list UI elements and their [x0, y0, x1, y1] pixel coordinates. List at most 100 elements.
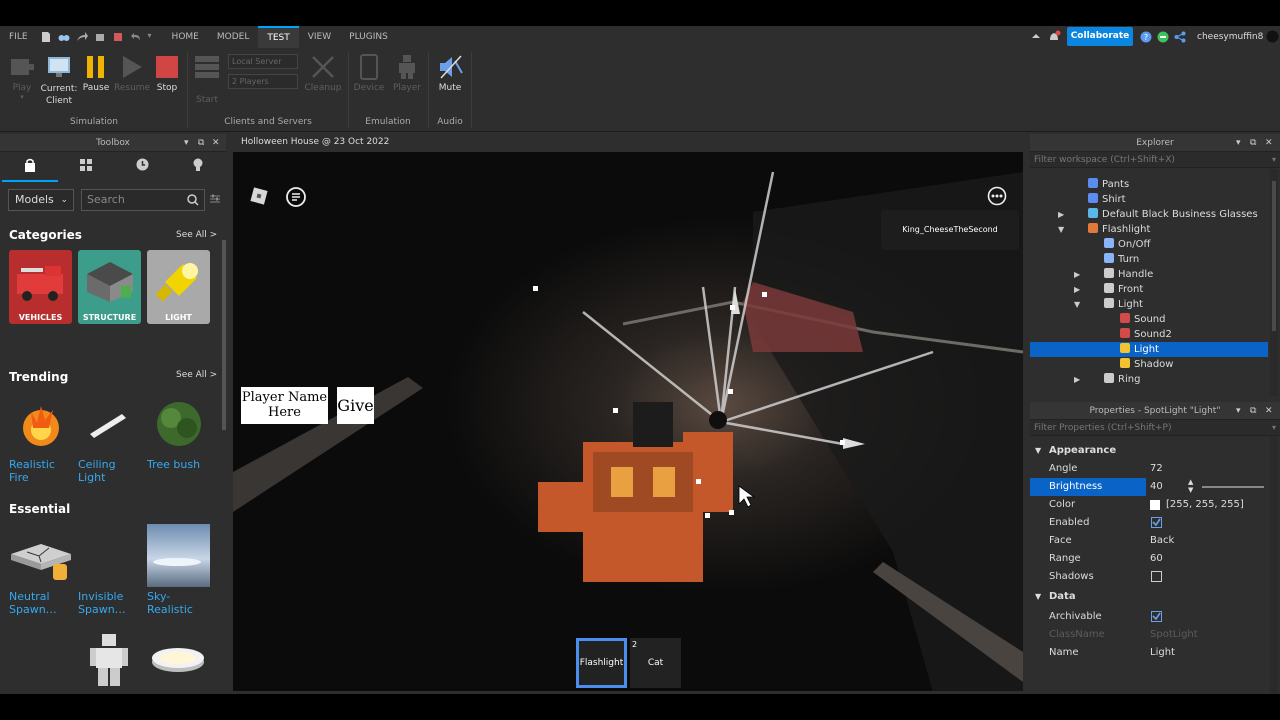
close-icon[interactable]: ✕	[1265, 402, 1273, 420]
chat-icon[interactable]	[285, 186, 307, 208]
explorer-filter-input[interactable]: Filter workspace (Ctrl+Shift+X) ▾	[1030, 152, 1280, 168]
current-client-button[interactable]: Current: Client	[40, 53, 78, 107]
undock-icon[interactable]: ⧉	[1250, 402, 1256, 420]
prop-range[interactable]: Range 60	[1030, 550, 1268, 568]
player-name-textbox[interactable]: Player Name Here	[241, 387, 328, 424]
expand-arrow-icon[interactable]: ▼	[1074, 297, 1080, 312]
properties-filter-input[interactable]: Filter Properties (Ctrl+Shift+P) ▾	[1030, 420, 1280, 436]
category-data[interactable]: ▼ Data	[1030, 588, 1268, 606]
tree-row[interactable]: Turn	[1030, 252, 1268, 267]
hotbar-slot-cat[interactable]: 2 Cat	[630, 638, 681, 688]
search-icon[interactable]	[187, 194, 199, 209]
server-type-dropdown[interactable]: Local Server	[228, 54, 298, 69]
tree-row[interactable]: ▶ Ring	[1030, 372, 1268, 387]
tree-bush-thumbnail[interactable]	[147, 392, 210, 455]
brightness-slider[interactable]	[1202, 486, 1264, 488]
cleanup-button[interactable]: Cleanup	[303, 53, 343, 93]
menu-file[interactable]: FILE	[0, 26, 37, 48]
enabled-checkbox[interactable]	[1151, 517, 1162, 528]
tree-row[interactable]: Light	[1030, 342, 1268, 357]
archivable-checkbox[interactable]	[1151, 611, 1162, 622]
tree-row[interactable]: ▶ Default Black Business Glasses	[1030, 207, 1268, 222]
prop-archivable[interactable]: Archivable	[1030, 608, 1268, 626]
collapse-arrow-icon[interactable]: ▼	[1035, 588, 1041, 606]
collapse-arrow-icon[interactable]: ▼	[1035, 442, 1041, 460]
properties-scrollbar[interactable]	[1270, 437, 1278, 694]
essential-item-sky-realistic[interactable]: Sky-Realistic	[147, 590, 210, 616]
trending-item-realistic-fire[interactable]: Realistic Fire	[9, 458, 72, 484]
collapse-arrow-icon[interactable]: ▶	[1058, 207, 1064, 222]
notification-bell-icon[interactable]	[1047, 30, 1061, 47]
close-icon[interactable]: ✕	[212, 134, 220, 152]
customize-dropdown-icon[interactable]: ▾	[148, 31, 160, 43]
share-icon[interactable]	[76, 31, 88, 43]
publish-icon[interactable]	[94, 31, 106, 43]
tree-row[interactable]: ▶ Handle	[1030, 267, 1268, 282]
filter-dropdown-icon[interactable]: ▾	[1272, 152, 1276, 168]
collapse-arrow-icon[interactable]: ▶	[1074, 372, 1080, 387]
more-options-icon[interactable]	[987, 186, 1007, 206]
tree-row[interactable]: On/Off	[1030, 237, 1268, 252]
tab-inventory[interactable]	[58, 152, 114, 182]
prop-value[interactable]: Light	[1150, 644, 1175, 662]
help-icon[interactable]: ?	[1140, 31, 1152, 46]
expand-arrow-icon[interactable]: ▼	[1058, 222, 1064, 237]
undo-icon[interactable]	[130, 31, 142, 43]
resume-button[interactable]: Resume	[114, 53, 150, 93]
game-viewport[interactable]: King_CheeseTheSecond Player Name Here Gi…	[233, 152, 1023, 691]
spinner-arrows-icon[interactable]: ▲ ▼	[1188, 478, 1193, 494]
trending-see-all-link[interactable]: See All >	[176, 370, 217, 380]
category-structure[interactable]: STRUCTURE	[78, 250, 141, 324]
collapse-ribbon-icon[interactable]	[1030, 30, 1042, 45]
color-swatch[interactable]	[1150, 500, 1160, 510]
invisible-spawn-thumbnail[interactable]	[78, 524, 141, 587]
pause-button[interactable]: Pause	[80, 53, 112, 93]
trending-item-ceiling-light[interactable]: Ceiling Light	[78, 458, 141, 484]
menu-view[interactable]: VIEW	[299, 26, 340, 48]
tree-row[interactable]: ▼ Light	[1030, 297, 1268, 312]
tree-row[interactable]: Shadow	[1030, 357, 1268, 372]
prop-value[interactable]: 40	[1150, 478, 1163, 496]
tab-marketplace[interactable]	[2, 152, 58, 182]
mute-button[interactable]: Mute	[433, 53, 467, 93]
share-network-icon[interactable]	[1174, 31, 1186, 46]
prop-enabled[interactable]: Enabled	[1030, 514, 1268, 532]
realistic-fire-thumbnail[interactable]	[9, 392, 72, 455]
prop-angle[interactable]: Angle 72	[1030, 460, 1268, 478]
neutral-spawn-thumbnail[interactable]	[9, 524, 72, 587]
essential-item-neutral-spawn[interactable]: Neutral Spawn…	[9, 590, 72, 616]
prop-value[interactable]: 60	[1150, 550, 1163, 568]
panel-dropdown-icon[interactable]: ▾	[1236, 134, 1241, 152]
tree-row[interactable]: Sound	[1030, 312, 1268, 327]
players-count-dropdown[interactable]: 2 Players	[228, 74, 298, 89]
prop-value[interactable]: [255, 255, 255]	[1166, 496, 1244, 514]
binoculars-icon[interactable]	[58, 31, 70, 43]
prop-name-row[interactable]: Name Light	[1030, 644, 1268, 662]
prop-face[interactable]: Face Back	[1030, 532, 1268, 550]
platform-thumbnail[interactable]	[147, 628, 210, 691]
menu-model[interactable]: MODEL	[208, 26, 258, 48]
prop-value[interactable]: Back	[1150, 532, 1174, 550]
play-dropdown-icon[interactable]: ▾	[6, 93, 38, 101]
shadows-checkbox[interactable]	[1151, 571, 1162, 582]
stop-square-icon[interactable]	[112, 31, 124, 43]
category-vehicles[interactable]: VEHICLES	[9, 250, 72, 324]
category-appearance[interactable]: ▼ Appearance	[1030, 442, 1268, 460]
filter-dropdown-icon[interactable]: ▾	[1272, 420, 1276, 436]
panel-dropdown-icon[interactable]: ▾	[1236, 402, 1241, 420]
collapse-arrow-icon[interactable]: ▶	[1074, 282, 1080, 297]
start-button[interactable]: Start	[190, 53, 224, 105]
tree-row[interactable]: Sound2	[1030, 327, 1268, 342]
ceiling-light-thumbnail[interactable]	[78, 392, 141, 455]
collapse-arrow-icon[interactable]: ▶	[1074, 267, 1080, 282]
player-list-entry[interactable]: King_CheeseTheSecond	[881, 210, 1019, 250]
tab-creations[interactable]	[170, 152, 226, 182]
trending-item-tree-bush[interactable]: Tree bush	[147, 458, 210, 471]
rig-thumbnail[interactable]	[78, 628, 141, 691]
prop-color[interactable]: Color [255, 255, 255]	[1030, 496, 1268, 514]
prop-brightness[interactable]: Brightness 40 ▲ ▼	[1030, 478, 1268, 496]
player-button[interactable]: Player	[390, 53, 424, 93]
prop-value[interactable]: 72	[1150, 460, 1163, 478]
categories-see-all-link[interactable]: See All >	[176, 230, 217, 240]
stop-button[interactable]: Stop	[151, 53, 183, 93]
